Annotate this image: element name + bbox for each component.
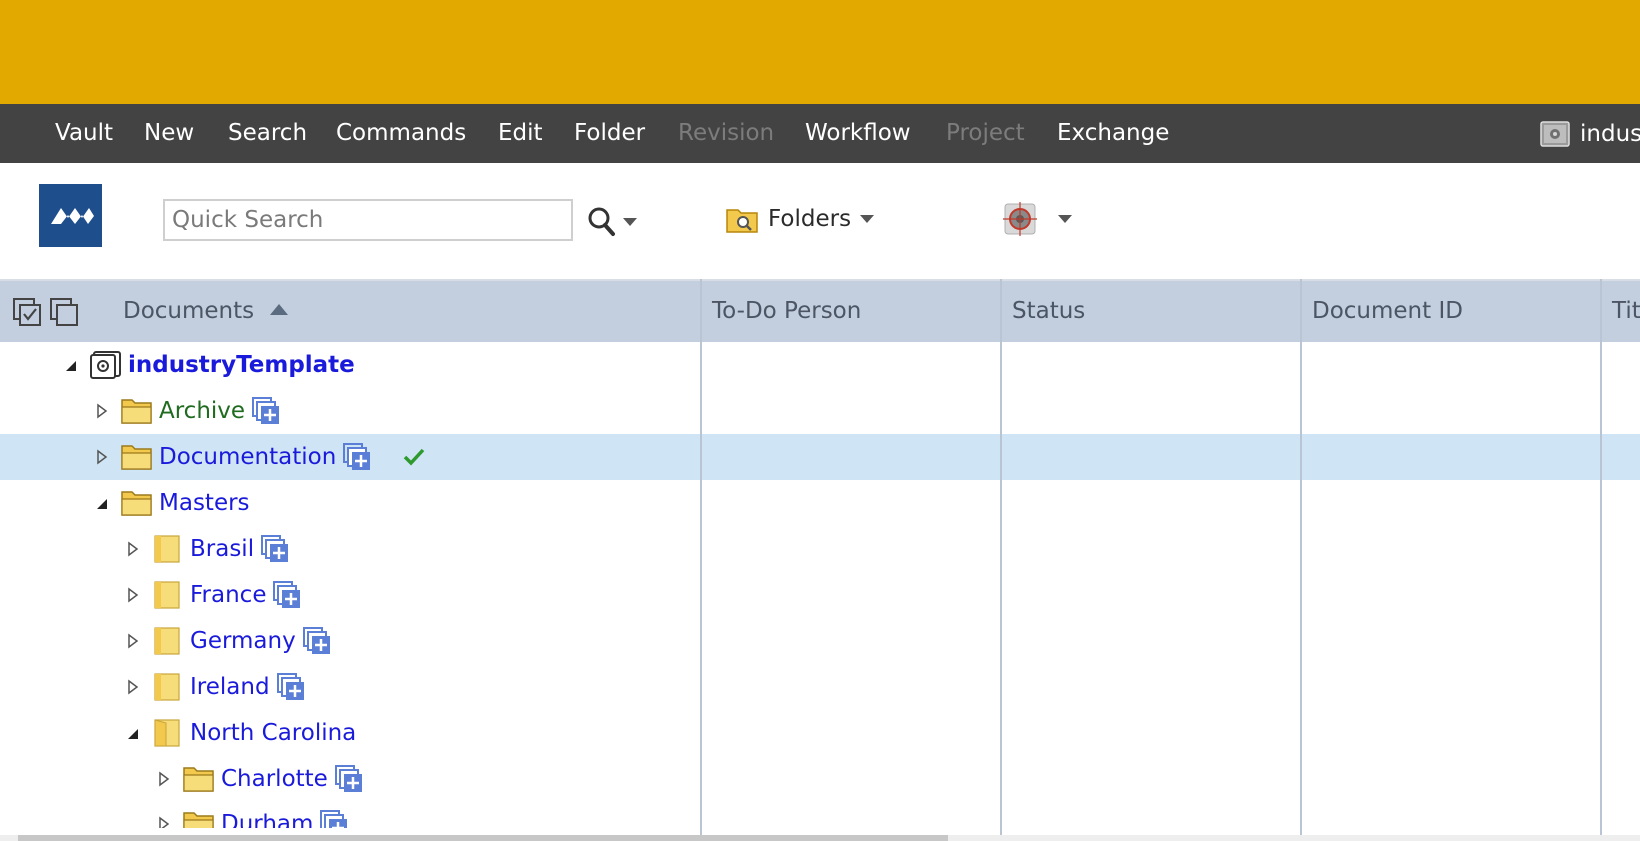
tree-row-brasil[interactable]: Brasil <box>0 526 1640 572</box>
folder-icon <box>183 812 214 828</box>
folder-icon <box>121 445 152 470</box>
user-vault-name: indus <box>1580 120 1640 147</box>
column-header-document-id[interactable]: Document ID <box>1300 281 1463 342</box>
grid-header: Documents To-Do Person Status Document I… <box>0 279 1640 342</box>
app-logo <box>39 184 102 247</box>
tree-row-archive[interactable]: Archive <box>0 388 1640 434</box>
vault-status-dropdown[interactable] <box>1002 199 1082 239</box>
search-icon <box>588 207 637 236</box>
folder-search-icon <box>726 209 758 233</box>
menu-revision[interactable]: Revision <box>678 104 774 163</box>
search-button[interactable] <box>585 203 645 239</box>
add-to-list-icon[interactable] <box>276 672 306 702</box>
collapsed-toggle-icon[interactable] <box>124 678 142 696</box>
tree-row-ireland[interactable]: Ireland <box>0 664 1640 710</box>
sort-ascending-icon <box>270 304 289 315</box>
tree-rows: industryTemplate Archive Documentation M… <box>0 342 1640 828</box>
collapsed-toggle-icon[interactable] <box>155 770 173 788</box>
menu-search[interactable]: Search <box>228 104 307 163</box>
horizontal-scrollbar[interactable] <box>0 835 1640 841</box>
column-header-todo-person[interactable]: To-Do Person <box>700 281 861 342</box>
tree-row-masters[interactable]: Masters <box>0 480 1640 526</box>
expanded-toggle-icon[interactable] <box>62 356 80 374</box>
tree-node-label[interactable]: Archive <box>159 398 245 424</box>
column-divider[interactable] <box>700 279 702 835</box>
column-documents-label: Documents <box>123 298 255 324</box>
tree-row-germany[interactable]: Germany <box>0 618 1640 664</box>
tree-node-label[interactable]: North Carolina <box>190 720 356 746</box>
add-to-list-icon[interactable] <box>342 442 372 472</box>
scrollbar-thumb[interactable] <box>18 835 948 841</box>
menu-edit[interactable]: Edit <box>498 104 543 163</box>
menu-exchange[interactable]: Exchange <box>1057 104 1169 163</box>
collapsed-toggle-icon[interactable] <box>124 586 142 604</box>
tree-node-label[interactable]: Germany <box>190 628 296 654</box>
quick-search-input[interactable] <box>163 199 573 241</box>
target-icon <box>1003 202 1072 236</box>
menu-folder[interactable]: Folder <box>574 104 645 163</box>
folder-icon <box>121 399 152 424</box>
tree-row-north-carolina[interactable]: North Carolina <box>0 710 1640 756</box>
folders-view-label: Folders <box>768 206 852 232</box>
folder-icon <box>183 767 214 792</box>
menu-workflow[interactable]: Workflow <box>805 104 911 163</box>
menu-new[interactable]: New <box>144 104 194 163</box>
tree-node-label[interactable]: Ireland <box>190 674 270 700</box>
tree-row-documentation[interactable]: Documentation <box>0 434 1640 480</box>
project-folder-icon <box>154 581 180 609</box>
tree-row-durham[interactable]: Durham <box>0 801 1640 828</box>
tree-node-label[interactable]: France <box>190 582 266 608</box>
menu-commands[interactable]: Commands <box>336 104 466 163</box>
column-divider[interactable] <box>1300 279 1302 835</box>
add-to-list-icon[interactable] <box>260 534 290 564</box>
top-brand-band <box>0 0 1640 104</box>
vault-icon <box>1540 120 1570 147</box>
menu-vault[interactable]: Vault <box>55 104 113 163</box>
tree-row-charlotte[interactable]: Charlotte <box>0 756 1640 802</box>
folder-icon <box>121 491 152 516</box>
project-folder-icon <box>154 673 180 701</box>
add-to-list-icon[interactable] <box>272 580 302 610</box>
collapsed-toggle-icon[interactable] <box>124 540 142 558</box>
tree-node-label[interactable]: Masters <box>159 490 250 516</box>
project-folder-icon <box>154 535 180 563</box>
tree-row-france[interactable]: France <box>0 572 1640 618</box>
chevron-down-icon <box>860 215 875 223</box>
expanded-toggle-icon[interactable] <box>93 494 111 512</box>
tree-node-label[interactable]: Durham <box>221 811 313 828</box>
user-vault-indicator[interactable]: indus <box>1540 104 1640 163</box>
project-folder-icon <box>154 627 180 655</box>
vault-icon <box>90 351 121 379</box>
tree-node-label[interactable]: industryTemplate <box>128 352 355 378</box>
checkmark-icon <box>404 448 425 466</box>
add-to-list-icon[interactable] <box>302 626 332 656</box>
expanded-toggle-icon[interactable] <box>124 724 142 742</box>
document-grid: Documents To-Do Person Status Document I… <box>0 279 1640 835</box>
column-header-documents[interactable]: Documents <box>111 281 289 342</box>
tree-row-industrytemplate[interactable]: industryTemplate <box>0 342 1640 388</box>
tree-node-label[interactable]: Charlotte <box>221 766 328 792</box>
column-header-status[interactable]: Status <box>1000 281 1085 342</box>
collapsed-toggle-icon[interactable] <box>93 448 111 466</box>
main-menubar: Vault New Search Commands Edit Folder Re… <box>0 104 1640 163</box>
collapsed-toggle-icon[interactable] <box>155 815 173 828</box>
folders-view-dropdown[interactable]: Folders <box>726 198 875 240</box>
column-divider[interactable] <box>1000 279 1002 835</box>
add-to-list-icon[interactable] <box>251 396 281 426</box>
collapsed-toggle-icon[interactable] <box>124 632 142 650</box>
column-divider[interactable] <box>1600 279 1602 835</box>
tree-node-label[interactable]: Brasil <box>190 536 254 562</box>
logo-mark-icon <box>51 208 94 224</box>
add-to-list-icon[interactable] <box>319 809 349 828</box>
select-all-icon[interactable] <box>12 297 42 327</box>
project-folder-open-icon <box>154 719 180 747</box>
add-to-list-icon[interactable] <box>334 764 364 794</box>
deselect-all-icon[interactable] <box>49 297 79 327</box>
collapsed-toggle-icon[interactable] <box>93 402 111 420</box>
menu-project[interactable]: Project <box>946 104 1025 163</box>
tree-node-label[interactable]: Documentation <box>159 444 336 470</box>
toolbar: Folders <box>0 163 1640 279</box>
column-header-title[interactable]: Tit <box>1600 281 1640 342</box>
